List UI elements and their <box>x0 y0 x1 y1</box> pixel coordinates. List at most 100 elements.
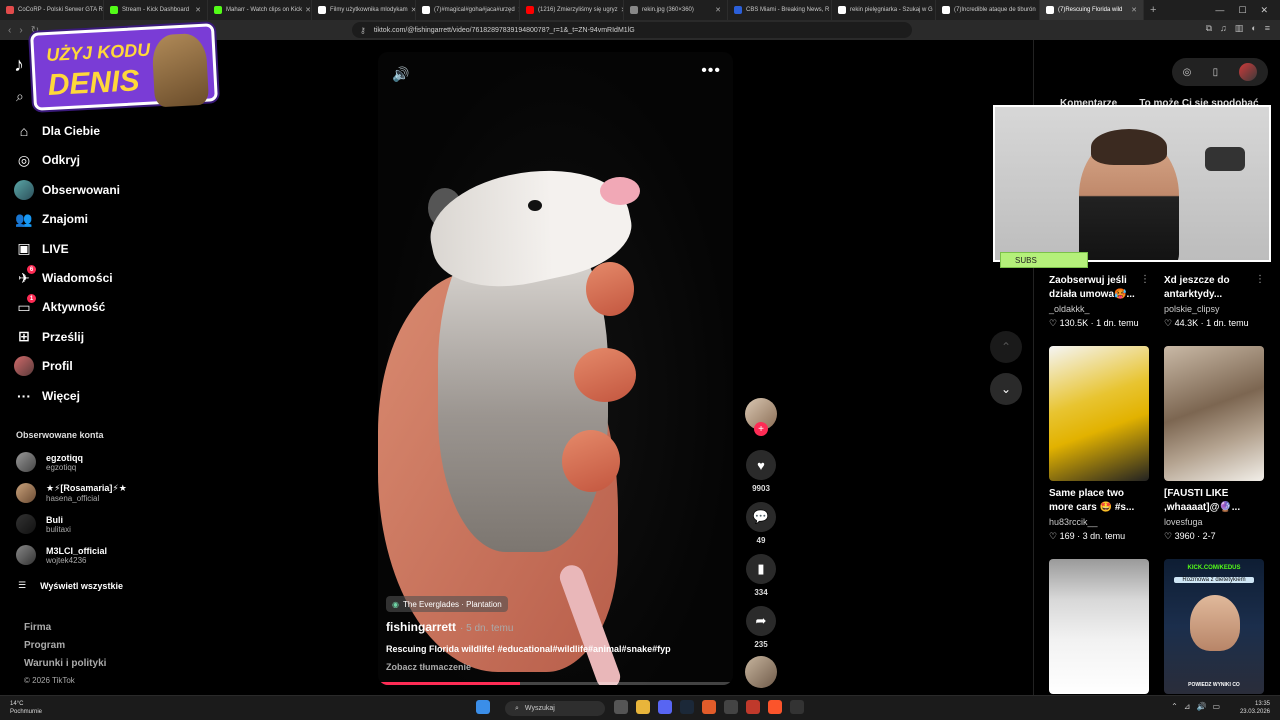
next-video-button[interactable]: ⌄ <box>990 373 1022 405</box>
discover-icon[interactable]: ◎ <box>1183 67 1192 78</box>
obs-icon[interactable] <box>790 700 804 714</box>
back-icon[interactable]: ‹ <box>8 25 11 36</box>
close-window-button[interactable]: ✕ <box>1260 5 1268 16</box>
like-button[interactable]: ♥ 9903 <box>745 450 777 493</box>
recommended-card[interactable]: Same place two more cars 🤩 #s... hu83rcc… <box>1049 346 1151 542</box>
footer-link-program[interactable]: Program <box>24 640 65 651</box>
sidebar-item-odkryj[interactable]: ◎ Odkryj <box>14 149 80 171</box>
subs-label: SUBS <box>1000 252 1088 268</box>
card-more-icon[interactable]: ⋮ <box>1255 274 1265 285</box>
recommended-card[interactable] <box>1049 559 1151 694</box>
browser-tab[interactable]: rekin.jpg (360×360) ✕ <box>624 0 728 20</box>
share-button[interactable]: ➦ 235 <box>745 606 777 649</box>
followed-account[interactable]: ★⚡[Rosamaria]⚡★ hasena_official <box>16 483 127 503</box>
recommended-card[interactable]: Xd jeszcze do antarktydy... polskie_clip… <box>1164 274 1266 329</box>
sidebar-item-znajomi[interactable]: 👥 Znajomi <box>14 208 88 230</box>
more-options-icon[interactable]: ••• <box>701 62 721 80</box>
heart-icon: ♥ <box>746 450 776 480</box>
video-author[interactable]: fishingarrett · 5 dn. temu <box>386 620 513 634</box>
video-progress-bar[interactable] <box>378 682 733 685</box>
browser-tab[interactable]: CBS Miami - Breaking News, R✕ <box>728 0 832 20</box>
browser-tab[interactable]: Stream - Kick Dashboard ✕ <box>104 0 208 20</box>
clock[interactable]: 13:35 23.03.2026 <box>1240 700 1270 716</box>
tray-chevron-icon[interactable]: ⌃ <box>1171 702 1178 711</box>
sidebar-item-live[interactable]: ▣ LIVE <box>14 238 69 260</box>
sidebar-item-aktywność[interactable]: ▭ 1 Aktywność <box>14 294 105 318</box>
sound-disc-icon[interactable] <box>745 656 777 688</box>
tab-close-icon[interactable]: ✕ <box>1128 6 1137 14</box>
browser-tab[interactable]: Filmy użytkownika mlodykam ✕ <box>312 0 416 20</box>
recommended-card[interactable]: Zaobserwuj jeśli działa umowa🥵... _oldak… <box>1049 274 1151 329</box>
app-icon[interactable] <box>746 700 760 714</box>
recommended-card[interactable]: [FAUSTI LIKE ,whaaaat]@🔮... lovesfuga ♡ … <box>1164 346 1266 542</box>
sidebar-toggle-icon[interactable]: ▥ <box>1235 23 1244 34</box>
location-chip[interactable]: ◉ The Everglades · Plantation <box>386 596 508 612</box>
tab-close-icon[interactable]: ✕ <box>712 6 721 14</box>
browser-tab[interactable]: rekin pielęgniarka - Szukaj w G✕ <box>832 0 936 20</box>
save-count: 334 <box>754 588 768 597</box>
card-more-icon[interactable]: ⋮ <box>1140 274 1150 285</box>
battery-icon[interactable]: ▭ <box>1212 702 1220 711</box>
volume-icon[interactable]: 🔊 <box>1196 702 1206 711</box>
sidebar-item-wiadomości[interactable]: ✈ 6 Wiadomości <box>14 265 113 289</box>
weather-widget[interactable]: 14°C Pochmurnie <box>10 700 42 716</box>
sidebar-item-label: LIVE <box>42 241 69 256</box>
browser-tab[interactable]: (1216) Zmierzyliśmy się ugryz✕ <box>520 0 624 20</box>
sidebar-item-profil[interactable]: ● Profil <box>14 355 73 377</box>
network-icon[interactable]: ⊿ <box>1184 702 1191 711</box>
tiktok-logo-icon[interactable]: ♪ <box>14 54 24 77</box>
footer-link-terms[interactable]: Warunki i polityki <box>24 658 106 669</box>
new-tab-button[interactable]: + <box>1144 4 1162 16</box>
browser-tab[interactable]: CoCoRP - Polski Serwer GTA RP✕ <box>0 0 104 20</box>
browser-tab[interactable]: Maharr - Watch clips on Kick ✕ <box>208 0 312 20</box>
sidebar-item-prześlij[interactable]: ⊞ Prześlij <box>14 326 84 348</box>
footer-link-company[interactable]: Firma <box>24 622 51 633</box>
sidebar-item-obserwowani[interactable]: ● Obserwowani <box>14 179 120 201</box>
windows-start-icon[interactable] <box>476 700 490 714</box>
site-info-icon[interactable]: ⚷ <box>360 26 366 35</box>
previous-video-button[interactable]: ⌃ <box>990 331 1022 363</box>
tab-close-icon[interactable]: ✕ <box>192 6 201 14</box>
taskbar-search[interactable]: ⌕ Wyszukaj <box>505 701 605 716</box>
menu-icon[interactable]: ≡ <box>1265 23 1270 34</box>
messages-icon: ✈ 6 <box>14 265 36 288</box>
forward-icon[interactable]: › <box>19 25 22 36</box>
followed-account[interactable]: M3LCI_official wojtek4236 <box>16 545 107 565</box>
tab-close-icon[interactable]: ✕ <box>302 6 311 14</box>
task-view-icon[interactable] <box>614 700 628 714</box>
followed-account[interactable]: Buli bulitaxi <box>16 514 71 534</box>
follow-plus-icon[interactable]: + <box>754 422 768 436</box>
video-player[interactable]: 🔊 ••• ◉ The Everglades · Plantation fish… <box>378 52 733 685</box>
app-icon[interactable] <box>702 700 716 714</box>
discord-icon[interactable] <box>658 700 672 714</box>
maximize-button[interactable]: ☐ <box>1238 5 1246 16</box>
browser-tab[interactable]: (7)#magical#goha#jaca#urzęd✕ <box>416 0 520 20</box>
steam-icon[interactable] <box>680 700 694 714</box>
search-icon[interactable]: ⌕ <box>16 88 24 105</box>
app-icon[interactable] <box>724 700 738 714</box>
browser-tab[interactable]: (7)Incredible ataque de tiburón✕ <box>936 0 1040 20</box>
user-avatar[interactable] <box>1239 63 1258 81</box>
tab-close-icon[interactable]: ✕ <box>408 6 415 14</box>
extensions-icon[interactable]: ⧉ <box>1206 23 1212 34</box>
volume-icon[interactable]: 🔊 <box>392 66 409 83</box>
comment-button[interactable]: 💬 49 <box>745 502 777 545</box>
like-count: 9903 <box>752 484 770 493</box>
minimize-button[interactable]: — <box>1215 5 1224 15</box>
url-field[interactable]: ⚷ tiktok.com/@fishingarrett/video/761828… <box>352 22 912 38</box>
show-all-button[interactable]: ☰ Wyświetl wszystkie <box>18 580 123 591</box>
card-thumbnail <box>1049 346 1149 481</box>
sidebar-item-więcej[interactable]: ··· Więcej <box>14 385 80 407</box>
save-button[interactable]: ▮ 334 <box>745 554 777 597</box>
tab-label: (1216) Zmierzyliśmy się ugryz <box>538 7 618 13</box>
followed-account[interactable]: egzotiqq egzotiqq <box>16 452 83 472</box>
file-explorer-icon[interactable] <box>636 700 650 714</box>
media-icon[interactable]: ♫ <box>1220 23 1227 34</box>
browser-tab[interactable]: (7)Rescuing Florida wild ✕ <box>1040 0 1144 20</box>
brave-browser-icon[interactable] <box>768 700 782 714</box>
profile-icon[interactable]: ◐ <box>1251 23 1256 34</box>
see-translation-link[interactable]: Zobacz tłumaczenie <box>386 662 471 672</box>
sidebar-item-dla-ciebie[interactable]: ⌂ Dla Ciebie <box>14 120 100 142</box>
recommended-card[interactable]: KICK.COM/KEDUS Rozmowa z dietetykiem POW… <box>1164 559 1266 694</box>
device-icon[interactable]: ▯ <box>1213 67 1219 78</box>
